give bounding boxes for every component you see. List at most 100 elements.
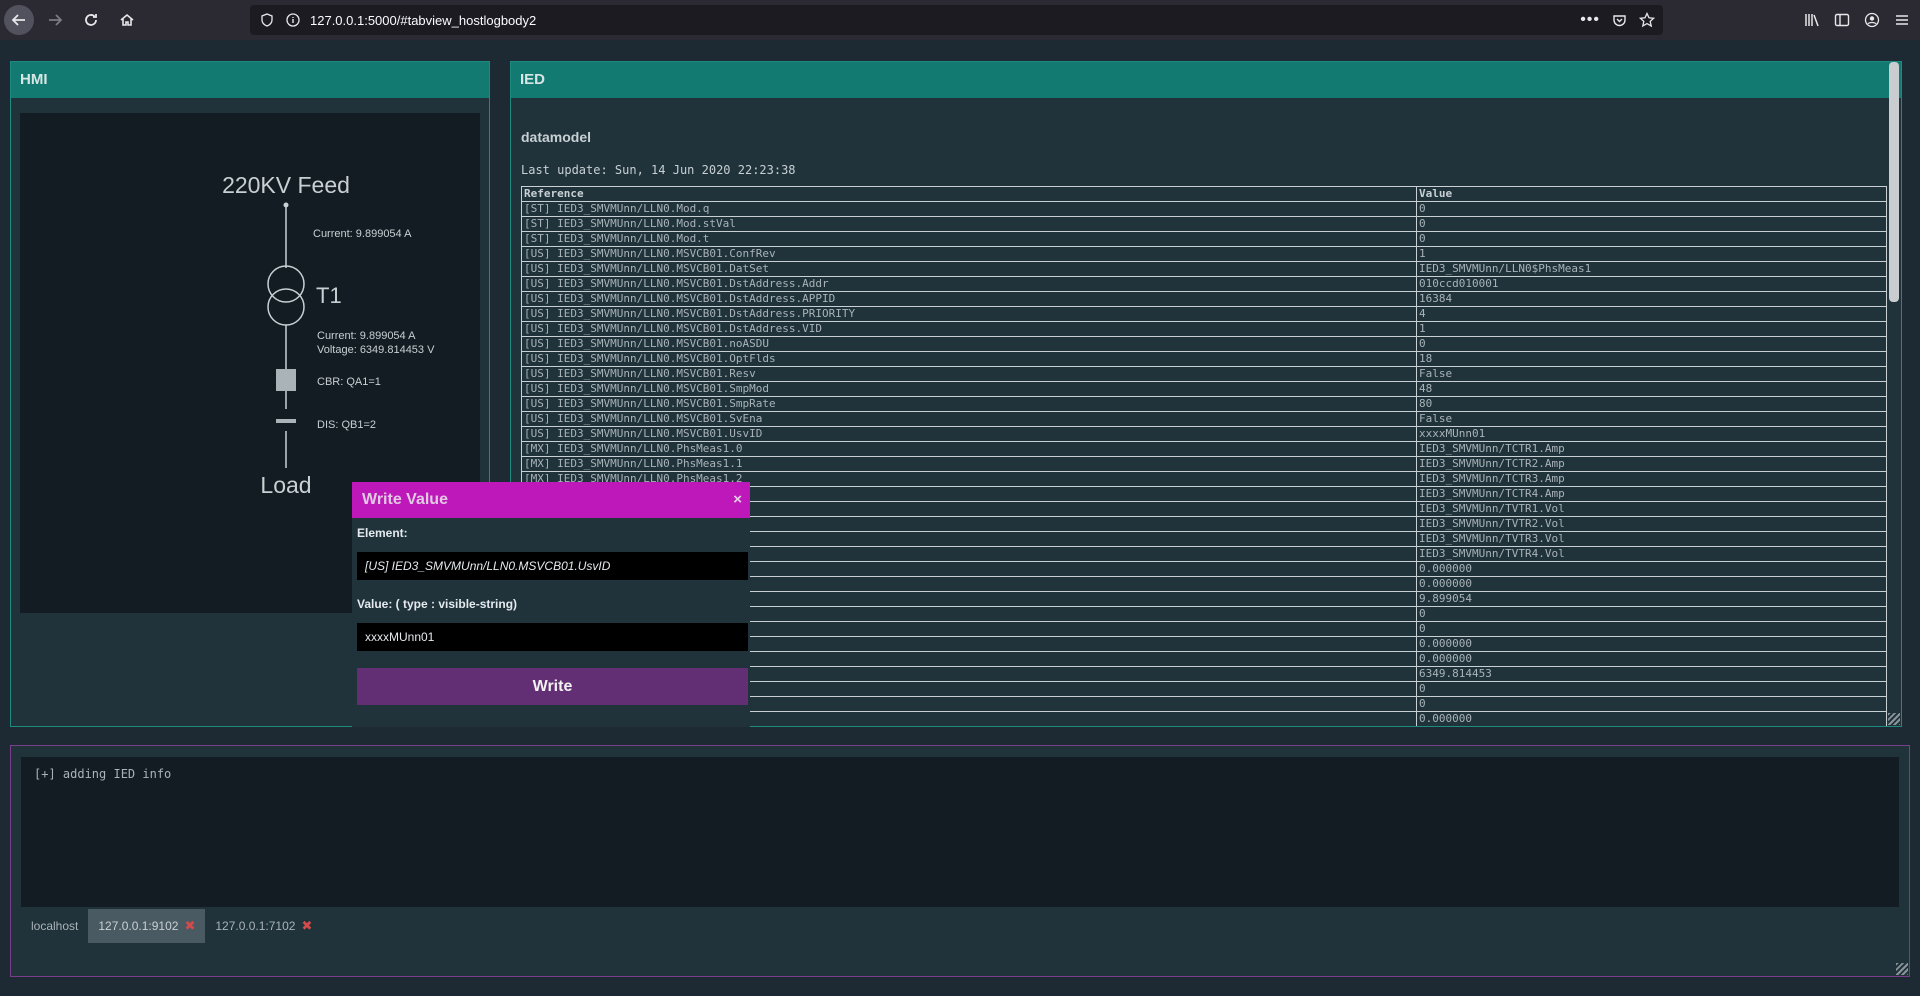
library-icon[interactable] — [1804, 12, 1820, 28]
table-row[interactable]: [US] IED3_SMVMUnn/LLN0.MSVCB01.ConfRev 1 — [521, 246, 1887, 262]
value-cell[interactable]: 010ccd010001 — [1416, 276, 1887, 292]
value-cell[interactable]: IED3_SMVMUnn/TCTR1.Amp — [1416, 441, 1887, 457]
reference-cell[interactable]: [US] IED3_SMVMUnn/LLN0.MSVCB01.ConfRev — [521, 246, 1417, 262]
value-cell[interactable]: 18 — [1416, 351, 1887, 367]
value-cell[interactable]: 0 — [1416, 216, 1887, 232]
value-cell[interactable]: 0 — [1416, 201, 1887, 217]
feed-node — [283, 202, 289, 208]
close-tab-icon[interactable]: ✖ — [301, 909, 312, 943]
value-cell[interactable]: 6349.814453 — [1416, 666, 1887, 682]
reference-cell[interactable]: [US] IED3_SMVMUnn/LLN0.MSVCB01.DatSet — [521, 261, 1417, 277]
reference-cell[interactable]: [US] IED3_SMVMUnn/LLN0.MSVCB01.DstAddres… — [521, 291, 1417, 307]
table-row[interactable]: [US] IED3_SMVMUnn/LLN0.MSVCB01.UsvID xxxx… — [521, 426, 1887, 442]
value-cell[interactable]: IED3_SMVMUnn/TCTR2.Amp — [1416, 456, 1887, 472]
reference-cell[interactable]: [US] IED3_SMVMUnn/LLN0.MSVCB01.DstAddres… — [521, 321, 1417, 337]
table-row[interactable]: [US] IED3_SMVMUnn/LLN0.MSVCB01.SmpMod 48 — [521, 381, 1887, 397]
table-row[interactable]: [US] IED3_SMVMUnn/LLN0.MSVCB01.DstAddres… — [521, 306, 1887, 322]
circuit-breaker[interactable] — [276, 369, 296, 391]
table-row[interactable]: [MX] IED3_SMVMUnn/LLN0.PhsMeas1.1 IED3_SM… — [521, 456, 1887, 472]
table-row[interactable]: [ST] IED3_SMVMUnn/LLN0.Mod.stVal 0 — [521, 216, 1887, 232]
value-cell[interactable]: IED3_SMVMUnn/LLN0$PhsMeas1 — [1416, 261, 1887, 277]
value-cell[interactable]: 0 — [1416, 681, 1887, 697]
host-tabs: localhost 127.0.0.1:9102 ✖ 127.0.0.1:710… — [21, 909, 322, 943]
table-row[interactable]: [ST] IED3_SMVMUnn/LLN0.Mod.q 0 — [521, 201, 1887, 217]
value-cell[interactable]: IED3_SMVMUnn/TVTR1.Vol — [1416, 501, 1887, 517]
value-cell[interactable]: 1 — [1416, 246, 1887, 262]
reference-cell[interactable]: [US] IED3_SMVMUnn/LLN0.MSVCB01.noASDU — [521, 336, 1417, 352]
value-cell[interactable]: IED3_SMVMUnn/TVTR3.Vol — [1416, 531, 1887, 547]
reference-cell[interactable]: [US] IED3_SMVMUnn/LLN0.MSVCB01.UsvID — [521, 426, 1417, 442]
value-cell[interactable]: 0 — [1416, 606, 1887, 622]
reference-cell[interactable]: [US] IED3_SMVMUnn/LLN0.MSVCB01.Resv — [521, 366, 1417, 382]
reference-cell[interactable]: [US] IED3_SMVMUnn/LLN0.MSVCB01.DstAddres… — [521, 306, 1417, 322]
value-cell[interactable]: 0 — [1416, 696, 1887, 712]
value-cell[interactable]: 80 — [1416, 396, 1887, 412]
value-cell[interactable]: IED3_SMVMUnn/TCTR3.Amp — [1416, 471, 1887, 487]
reference-cell[interactable]: [US] IED3_SMVMUnn/LLN0.MSVCB01.SmpMod — [521, 381, 1417, 397]
value-cell[interactable]: 0.000000 — [1416, 576, 1887, 592]
close-icon[interactable]: × — [733, 482, 742, 518]
table-row[interactable]: [US] IED3_SMVMUnn/LLN0.MSVCB01.OptFlds 18 — [521, 351, 1887, 367]
value-cell[interactable]: 0.000000 — [1416, 636, 1887, 652]
reference-cell[interactable]: [US] IED3_SMVMUnn/LLN0.MSVCB01.DstAddres… — [521, 276, 1417, 292]
forward-button[interactable] — [40, 5, 70, 35]
value-cell[interactable]: IED3_SMVMUnn/TCTR4.Amp — [1416, 486, 1887, 502]
value-cell[interactable]: 4 — [1416, 306, 1887, 322]
write-button[interactable]: Write — [357, 668, 748, 705]
value-cell[interactable]: IED3_SMVMUnn/TVTR4.Vol — [1416, 546, 1887, 562]
table-row[interactable]: [US] IED3_SMVMUnn/LLN0.MSVCB01.DatSet IED… — [521, 261, 1887, 277]
table-row[interactable]: [US] IED3_SMVMUnn/LLN0.MSVCB01.Resv False — [521, 366, 1887, 382]
value-cell[interactable]: 48 — [1416, 381, 1887, 397]
hamburger-menu-icon[interactable] — [1894, 12, 1910, 28]
tab-localhost[interactable]: localhost — [21, 909, 88, 943]
table-row[interactable]: [US] IED3_SMVMUnn/LLN0.MSVCB01.DstAddres… — [521, 276, 1887, 292]
value-cell[interactable]: 0 — [1416, 336, 1887, 352]
ied-scrollbar[interactable] — [1889, 62, 1899, 302]
value-cell[interactable]: 0.000000 — [1416, 561, 1887, 577]
sidebar-icon[interactable] — [1834, 12, 1850, 28]
reference-cell[interactable]: [ST] IED3_SMVMUnn/LLN0.Mod.stVal — [521, 216, 1417, 232]
table-row[interactable]: [US] IED3_SMVMUnn/LLN0.MSVCB01.SvEna Fals… — [521, 411, 1887, 427]
home-button[interactable] — [112, 5, 142, 35]
reference-cell[interactable]: [MX] IED3_SMVMUnn/LLN0.PhsMeas1.0 — [521, 441, 1417, 457]
pocket-icon[interactable] — [1612, 13, 1627, 28]
dialog-titlebar[interactable]: Write Value × — [352, 482, 750, 518]
back-button[interactable] — [4, 5, 34, 35]
value-input[interactable]: xxxxMUnn01 — [357, 623, 748, 651]
reference-cell[interactable]: [ST] IED3_SMVMUnn/LLN0.Mod.t — [521, 231, 1417, 247]
reference-cell[interactable]: [US] IED3_SMVMUnn/LLN0.MSVCB01.OptFlds — [521, 351, 1417, 367]
value-cell[interactable]: False — [1416, 411, 1887, 427]
reference-cell[interactable]: [ST] IED3_SMVMUnn/LLN0.Mod.q — [521, 201, 1417, 217]
reference-cell[interactable]: [US] IED3_SMVMUnn/LLN0.MSVCB01.SvEna — [521, 411, 1417, 427]
ied-resize-handle[interactable] — [1888, 713, 1900, 725]
value-cell[interactable]: 16384 — [1416, 291, 1887, 307]
disconnector[interactable] — [276, 419, 296, 423]
value-cell[interactable]: 0.000000 — [1416, 711, 1887, 726]
table-row[interactable]: [US] IED3_SMVMUnn/LLN0.MSVCB01.DstAddres… — [521, 291, 1887, 307]
bookmark-star-icon[interactable] — [1639, 12, 1655, 28]
table-row[interactable]: [US] IED3_SMVMUnn/LLN0.MSVCB01.noASDU 0 — [521, 336, 1887, 352]
table-row[interactable]: [US] IED3_SMVMUnn/LLN0.MSVCB01.SmpRate 80 — [521, 396, 1887, 412]
account-icon[interactable] — [1864, 12, 1880, 28]
value-cell[interactable]: 1 — [1416, 321, 1887, 337]
reload-button[interactable] — [76, 5, 106, 35]
table-row[interactable]: [ST] IED3_SMVMUnn/LLN0.Mod.t 0 — [521, 231, 1887, 247]
reference-cell[interactable]: [US] IED3_SMVMUnn/LLN0.MSVCB01.SmpRate — [521, 396, 1417, 412]
value-cell[interactable]: 9.899054 — [1416, 591, 1887, 607]
value-cell[interactable]: xxxxMUnn01 — [1416, 426, 1887, 442]
tab-127-0-0-1-7102[interactable]: 127.0.0.1:7102 ✖ — [205, 909, 322, 943]
table-row[interactable]: [MX] IED3_SMVMUnn/LLN0.PhsMeas1.0 IED3_SM… — [521, 441, 1887, 457]
value-cell[interactable]: False — [1416, 366, 1887, 382]
datamodel-title: datamodel — [521, 129, 592, 145]
close-tab-icon[interactable]: ✖ — [184, 909, 195, 943]
more-actions-icon[interactable]: ••• — [1580, 11, 1600, 29]
value-cell[interactable]: IED3_SMVMUnn/TVTR2.Vol — [1416, 516, 1887, 532]
tab-127-0-0-1-9102[interactable]: 127.0.0.1:9102 ✖ — [88, 909, 206, 943]
table-row[interactable]: [US] IED3_SMVMUnn/LLN0.MSVCB01.DstAddres… — [521, 321, 1887, 337]
log-resize-handle[interactable] — [1896, 963, 1908, 975]
value-cell[interactable]: 0 — [1416, 231, 1887, 247]
url-bar[interactable]: 127.0.0.1:5000/#tabview_hostlogbody2 ••• — [250, 5, 1663, 35]
value-cell[interactable]: 0.000000 — [1416, 651, 1887, 667]
reference-cell[interactable]: [MX] IED3_SMVMUnn/LLN0.PhsMeas1.1 — [521, 456, 1417, 472]
value-cell[interactable]: 0 — [1416, 621, 1887, 637]
